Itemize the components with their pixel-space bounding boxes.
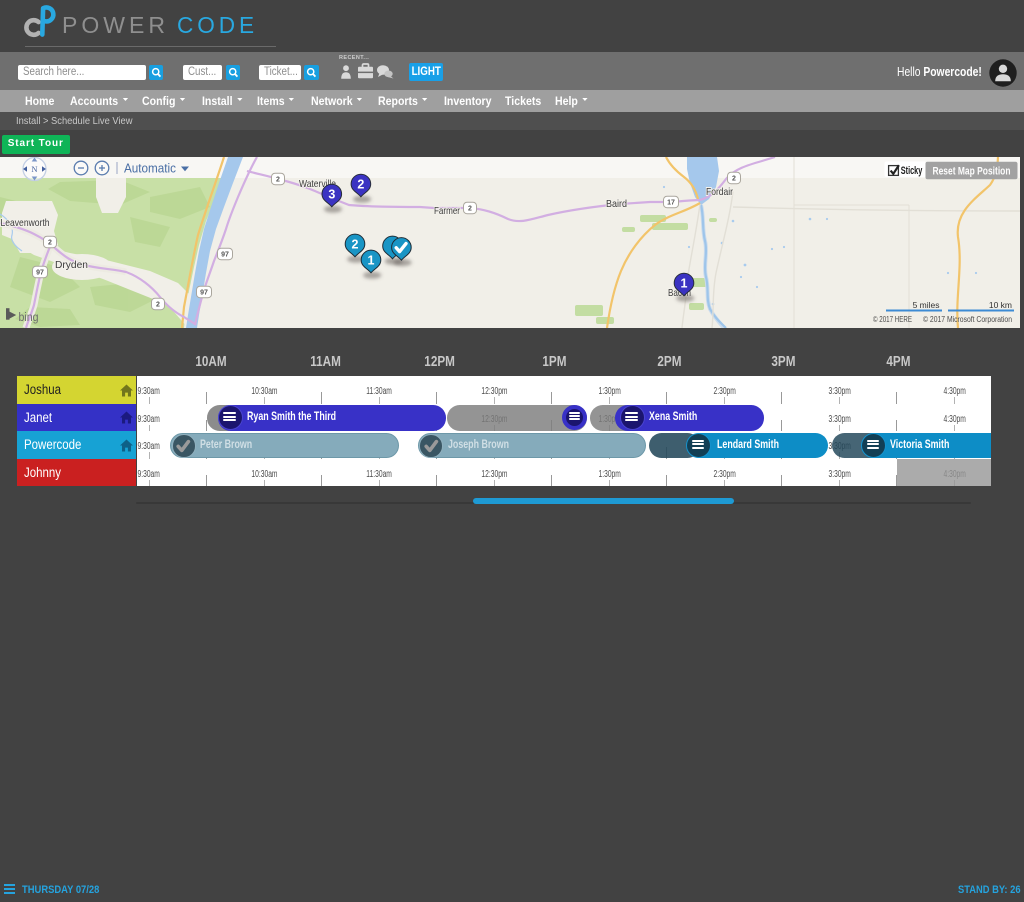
svg-text:© 2017 HERE: © 2017 HERE: [873, 315, 912, 324]
svg-text:Dryden: Dryden: [55, 259, 88, 271]
svg-text:97: 97: [221, 252, 229, 259]
svg-text:10 km: 10 km: [989, 300, 1012, 310]
svg-text:CODE: CODE: [177, 12, 258, 38]
svg-text:© 2017 Microsoft Corporation: © 2017 Microsoft Corporation: [923, 315, 1012, 324]
svg-text:97: 97: [36, 270, 44, 277]
svg-text:Sticky: Sticky: [901, 165, 923, 177]
svg-text:2: 2: [357, 177, 364, 191]
svg-text:2: 2: [352, 237, 359, 251]
svg-text:1: 1: [368, 253, 375, 267]
svg-text:POWER: POWER: [62, 12, 169, 38]
svg-text:bing: bing: [19, 312, 39, 324]
svg-text:Fordair: Fordair: [706, 186, 733, 198]
svg-text:2: 2: [732, 176, 736, 183]
svg-text:5 miles: 5 miles: [913, 300, 940, 310]
svg-text:N: N: [31, 164, 37, 174]
svg-text:17: 17: [667, 200, 675, 207]
svg-text:Farmer: Farmer: [434, 205, 460, 217]
svg-text:1: 1: [681, 276, 688, 290]
svg-text:Reset Map Position: Reset Map Position: [933, 166, 1011, 178]
svg-text:2: 2: [156, 302, 160, 309]
svg-text:3: 3: [328, 187, 335, 201]
svg-text:97: 97: [200, 290, 208, 297]
svg-text:Leavenworth: Leavenworth: [1, 217, 50, 229]
svg-text:Baird: Baird: [606, 198, 627, 210]
svg-text:2: 2: [468, 206, 472, 213]
svg-text:2: 2: [276, 177, 280, 184]
svg-text:Automatic: Automatic: [124, 162, 176, 176]
svg-text:2: 2: [48, 240, 52, 247]
